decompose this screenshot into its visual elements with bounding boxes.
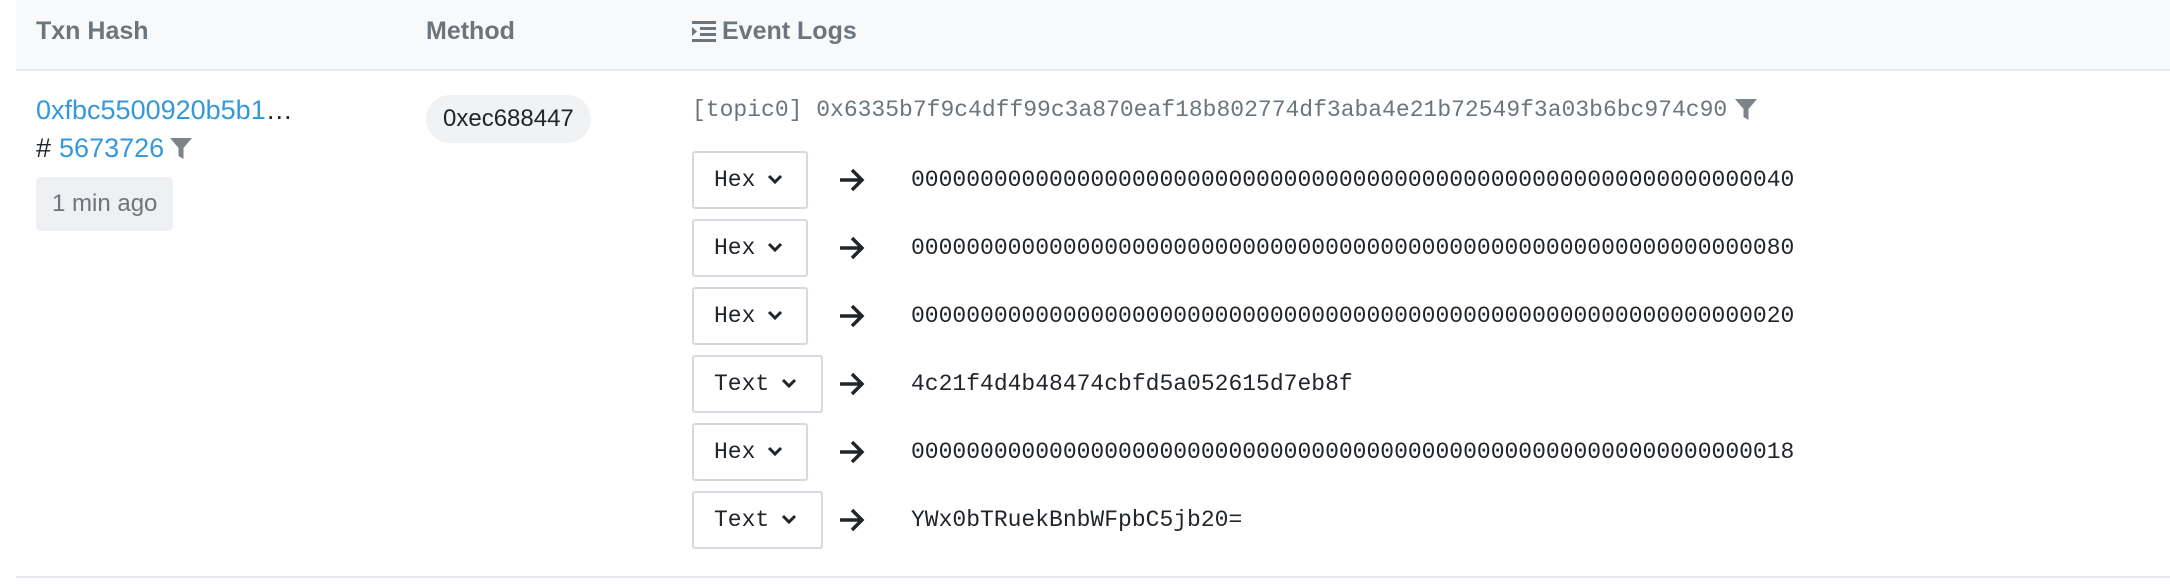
arrow-right-icon bbox=[840, 372, 865, 396]
format-select-label: Hex bbox=[714, 439, 756, 465]
log-data-row: Hex bbox=[692, 423, 808, 481]
log-data-row: Hex bbox=[692, 151, 808, 209]
chevron-down-icon bbox=[782, 378, 797, 389]
chevron-down-icon bbox=[768, 446, 783, 457]
log-data-value: YWx0bTRuekBnbWFpbC5jb20= bbox=[911, 507, 1243, 533]
header-event-logs: Event Logs bbox=[692, 0, 857, 62]
chevron-down-icon bbox=[768, 310, 783, 321]
log-data-value: 0000000000000000000000000000000000000000… bbox=[911, 235, 1795, 261]
log-data-row: Hex bbox=[692, 219, 808, 277]
header-txn-hash: Txn Hash bbox=[36, 17, 149, 45]
arrow-right-icon bbox=[840, 508, 865, 532]
format-select[interactable]: Hex bbox=[692, 219, 808, 277]
format-select-label: Hex bbox=[714, 303, 756, 329]
block-number-link[interactable]: 5673726 bbox=[59, 133, 164, 164]
chevron-down-icon bbox=[768, 174, 783, 185]
format-select-label: Text bbox=[714, 371, 770, 397]
log-data-row: Text bbox=[692, 355, 823, 413]
header-event-logs-label: Event Logs bbox=[722, 17, 857, 45]
log-data-value: 0000000000000000000000000000000000000000… bbox=[911, 167, 1795, 193]
block-number-line: # 5673726 bbox=[36, 133, 193, 164]
log-data-value: 0000000000000000000000000000000000000000… bbox=[911, 439, 1795, 465]
txn-hash-text: 0xfbc5500920b5b1 bbox=[36, 95, 266, 125]
chevron-down-icon bbox=[768, 242, 783, 253]
event-logs-table: Txn Hash Method Event Logs 0xfbc5500920b… bbox=[16, 0, 2170, 578]
log-data-row: Text bbox=[692, 491, 823, 549]
block-prefix: # bbox=[36, 133, 52, 163]
table-header: Txn Hash Method Event Logs bbox=[16, 0, 2170, 71]
format-select[interactable]: Text bbox=[692, 355, 823, 413]
header-method: Method bbox=[426, 17, 515, 45]
log-data-value: 4c21f4d4b48474cbfd5a052615d7eb8f bbox=[911, 371, 1353, 397]
log-data-value: 0000000000000000000000000000000000000000… bbox=[911, 303, 1795, 329]
arrow-right-icon bbox=[840, 168, 865, 192]
format-select[interactable]: Hex bbox=[692, 151, 808, 209]
format-select-label: Hex bbox=[714, 167, 756, 193]
topic0-text: [topic0] 0x6335b7f9c4dff99c3a870eaf18b80… bbox=[692, 97, 1728, 123]
topic0-line: [topic0] 0x6335b7f9c4dff99c3a870eaf18b80… bbox=[692, 97, 1758, 123]
format-select-label: Text bbox=[714, 507, 770, 533]
filter-icon[interactable] bbox=[170, 137, 193, 161]
log-data-row: Hex bbox=[692, 287, 808, 345]
arrow-right-icon bbox=[840, 304, 865, 328]
arrow-right-icon bbox=[840, 236, 865, 260]
chevron-down-icon bbox=[782, 514, 797, 525]
format-select[interactable]: Hex bbox=[692, 423, 808, 481]
arrow-right-icon bbox=[840, 440, 865, 464]
txn-hash-ellipsis: … bbox=[265, 95, 293, 125]
method-badge: 0xec688447 bbox=[426, 95, 591, 143]
table-row: 0xfbc5500920b5b1… # 5673726 1 min ago 0x… bbox=[16, 71, 2170, 578]
list-icon bbox=[692, 21, 716, 42]
format-select[interactable]: Hex bbox=[692, 287, 808, 345]
format-select[interactable]: Text bbox=[692, 491, 823, 549]
age-badge: 1 min ago bbox=[36, 177, 174, 231]
txn-hash-link[interactable]: 0xfbc5500920b5b1… bbox=[36, 95, 293, 126]
format-select-label: Hex bbox=[714, 235, 756, 261]
filter-icon[interactable] bbox=[1735, 98, 1758, 122]
